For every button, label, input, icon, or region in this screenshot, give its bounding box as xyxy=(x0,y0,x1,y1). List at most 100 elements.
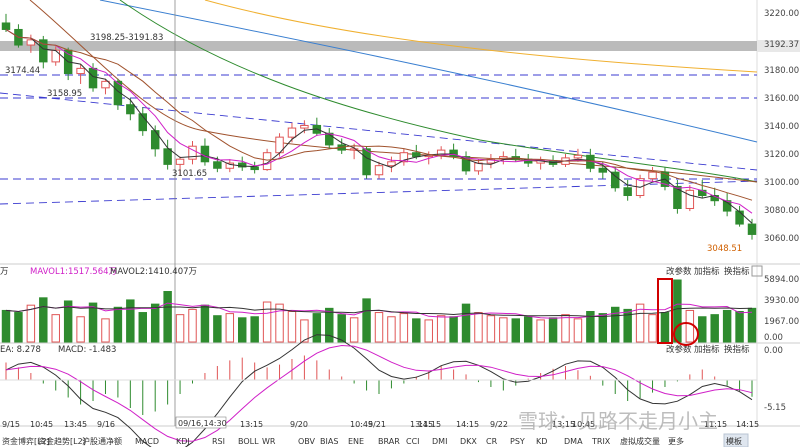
volume-bar xyxy=(710,314,719,343)
candle-body xyxy=(735,210,744,225)
candle-body xyxy=(250,166,259,171)
volume-bar xyxy=(548,317,558,343)
volume-bar xyxy=(399,313,409,343)
volume-bar xyxy=(735,310,744,343)
volume-tick: 1967.00 xyxy=(764,317,799,327)
bottom-tab[interactable]: DMA xyxy=(564,437,583,446)
mavol2-label: MAVOL2:1410.407万 xyxy=(110,267,197,277)
bottom-tab[interactable]: 虚拟成交量 xyxy=(620,436,660,446)
bottom-tab-label: KD xyxy=(536,437,547,446)
volume-bar xyxy=(561,314,570,343)
volume-bar xyxy=(511,318,520,343)
volume-bar xyxy=(412,318,421,343)
bottom-tab[interactable]: WR xyxy=(262,437,276,446)
time-axis-label: 9/21 xyxy=(368,420,386,429)
bottom-tab-label: 模板 xyxy=(726,436,742,446)
volume-bar xyxy=(88,302,98,343)
price-tick: 3160.00 xyxy=(764,94,799,104)
candle-body xyxy=(163,148,172,165)
ema-label: EA: 8.278 xyxy=(0,345,41,355)
vol-add-indicator-button[interactable]: 加指标 xyxy=(694,266,720,277)
candle-body xyxy=(150,130,160,150)
volume-bar xyxy=(474,312,483,343)
volume-bar xyxy=(436,315,446,343)
volume-bar xyxy=(150,303,160,343)
bottom-tab[interactable]: OBV xyxy=(298,437,316,446)
time-axis-label: 14:15 xyxy=(736,420,759,429)
bottom-tab[interactable]: CCI xyxy=(406,437,420,446)
candle xyxy=(362,146,371,179)
bottom-tab[interactable]: 沪股通净额 xyxy=(82,436,122,446)
bottom-tab-label: BOLL xyxy=(238,437,259,446)
volume-bar xyxy=(126,299,135,343)
volume-bar xyxy=(536,319,545,343)
vol-switch-indicator-button[interactable]: 换指标 xyxy=(724,266,750,277)
candle-body xyxy=(598,167,608,173)
volume-bar xyxy=(39,297,48,343)
volume-bar xyxy=(461,303,471,343)
candle-body xyxy=(300,124,309,129)
bottom-tab[interactable]: 更多 xyxy=(668,436,684,446)
time-axis-label: 9/16 xyxy=(97,420,115,429)
current-price-label: 3192.37 xyxy=(764,40,799,50)
candle-body xyxy=(175,158,185,165)
bottom-tab-label: BIAS xyxy=(320,437,338,446)
time-axis-label: 14:15 xyxy=(456,420,479,429)
volume-bar xyxy=(113,306,123,343)
volume-bar xyxy=(238,317,247,343)
candle-body xyxy=(474,162,483,172)
bottom-tab[interactable]: KD xyxy=(536,437,547,446)
volume-unit: 万 xyxy=(0,267,9,277)
level-label-1: 3174.44 xyxy=(5,66,40,76)
volume-bar xyxy=(138,312,147,343)
candle-body xyxy=(685,189,695,209)
bottom-tab[interactable]: PSY xyxy=(510,437,525,446)
bottom-tab[interactable]: BRAR xyxy=(378,437,400,446)
bottom-tab[interactable]: 资金趋势[L2] xyxy=(38,436,86,446)
bottom-tab[interactable]: DMI xyxy=(432,437,447,446)
bottom-tab[interactable]: 模板 xyxy=(723,433,749,447)
time-axis-label: 11:15 xyxy=(418,420,441,429)
bottom-tab[interactable]: MACD xyxy=(135,437,159,446)
time-axis-label: 9/15 xyxy=(2,420,20,429)
volume-bar xyxy=(499,317,508,343)
bottom-tab-label: KDJ xyxy=(176,437,190,446)
volume-bar xyxy=(374,312,384,343)
candle-body xyxy=(747,223,757,235)
kline-chart[interactable]: 9/15 10:45 13:45 9/16 13:15 9/20 10:45 13:459/2… xyxy=(0,0,800,447)
volume-bar xyxy=(51,314,60,343)
bottom-tab-label: CCI xyxy=(406,437,420,446)
price-tick: 3140.00 xyxy=(764,122,799,132)
bottom-tab[interactable]: KDJ xyxy=(176,437,190,446)
volume-bar xyxy=(747,307,757,343)
bottom-tab[interactable]: CR xyxy=(486,437,498,446)
volume-bar xyxy=(262,301,272,343)
volume-bar xyxy=(250,316,259,343)
macd-switch-indicator-button[interactable]: 换指标 xyxy=(724,344,750,355)
bottom-tab[interactable]: BIAS xyxy=(320,437,338,446)
time-axis-label: 13:15 xyxy=(240,420,263,429)
candle-body xyxy=(573,154,583,159)
bottom-tab[interactable]: DKX xyxy=(460,437,477,446)
volume-bar xyxy=(698,316,707,343)
bottom-tab[interactable]: TRIX xyxy=(591,437,611,446)
macd-add-indicator-button[interactable]: 加指标 xyxy=(694,344,720,355)
bottom-tab[interactable]: ENE xyxy=(348,437,364,446)
vol-edit-params-button[interactable]: 改参数 xyxy=(666,266,692,277)
volume-bar xyxy=(76,316,85,343)
volume-bar xyxy=(1,309,11,343)
range-label: 3198.25-3191.83 xyxy=(90,33,163,43)
volume-bar xyxy=(648,314,657,343)
volume-tick: 3930.00 xyxy=(764,296,799,306)
volume-bar xyxy=(449,316,458,343)
volume-bar xyxy=(387,316,396,343)
bottom-tab-label: RSI xyxy=(212,437,225,446)
candle-body xyxy=(623,187,632,197)
volume-tick: 0.00 xyxy=(764,333,783,343)
bottom-tab[interactable]: BOLL xyxy=(238,437,259,446)
volume-bar xyxy=(722,309,732,343)
bottom-tab[interactable]: RSI xyxy=(212,437,225,446)
bottom-tab-label: 资金趋势[L2] xyxy=(38,436,86,446)
volume-bar xyxy=(349,317,359,343)
candle-body xyxy=(1,22,11,30)
